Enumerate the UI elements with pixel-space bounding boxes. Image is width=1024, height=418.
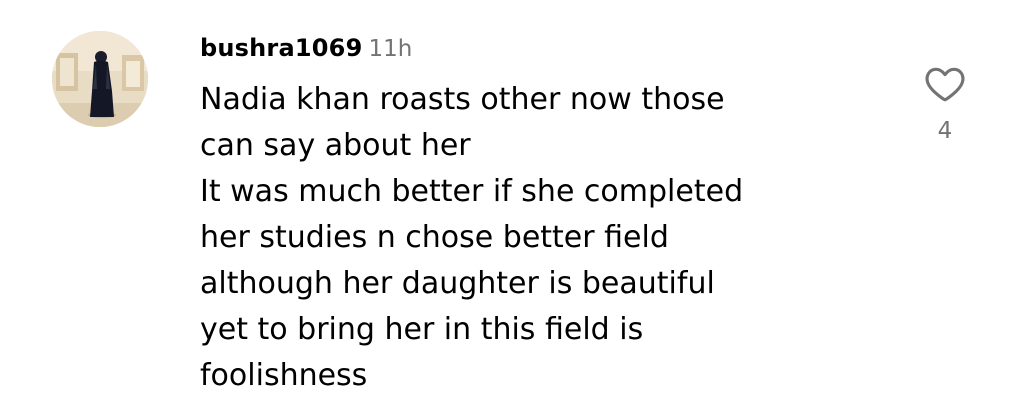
- avatar[interactable]: [52, 31, 148, 127]
- comment-line: can say about her: [200, 128, 471, 163]
- comment-header: bushra1069 11h: [200, 34, 412, 64]
- like-button[interactable]: [923, 62, 967, 106]
- comment-line: foolishness: [200, 358, 368, 393]
- comment-line: yet to bring her in this field is: [200, 312, 644, 347]
- username[interactable]: bushra1069: [200, 34, 362, 62]
- comment-line: It was much better if she completed: [200, 174, 744, 209]
- timestamp: 11h: [368, 36, 413, 62]
- avatar-photo: [52, 31, 148, 127]
- comment-line: her studies n chose better field: [200, 220, 669, 255]
- comment-text: Nadia khan roasts other now those can sa…: [200, 77, 880, 399]
- heart-outline-icon: [925, 67, 965, 102]
- comment: bushra1069 11h Nadia khan roasts other no…: [0, 0, 1024, 418]
- comment-line: Nadia khan roasts other now those: [200, 82, 725, 117]
- comment-line: although her daughter is beautiful: [200, 266, 715, 301]
- like-section: 4: [918, 62, 972, 144]
- like-count: 4: [937, 118, 953, 144]
